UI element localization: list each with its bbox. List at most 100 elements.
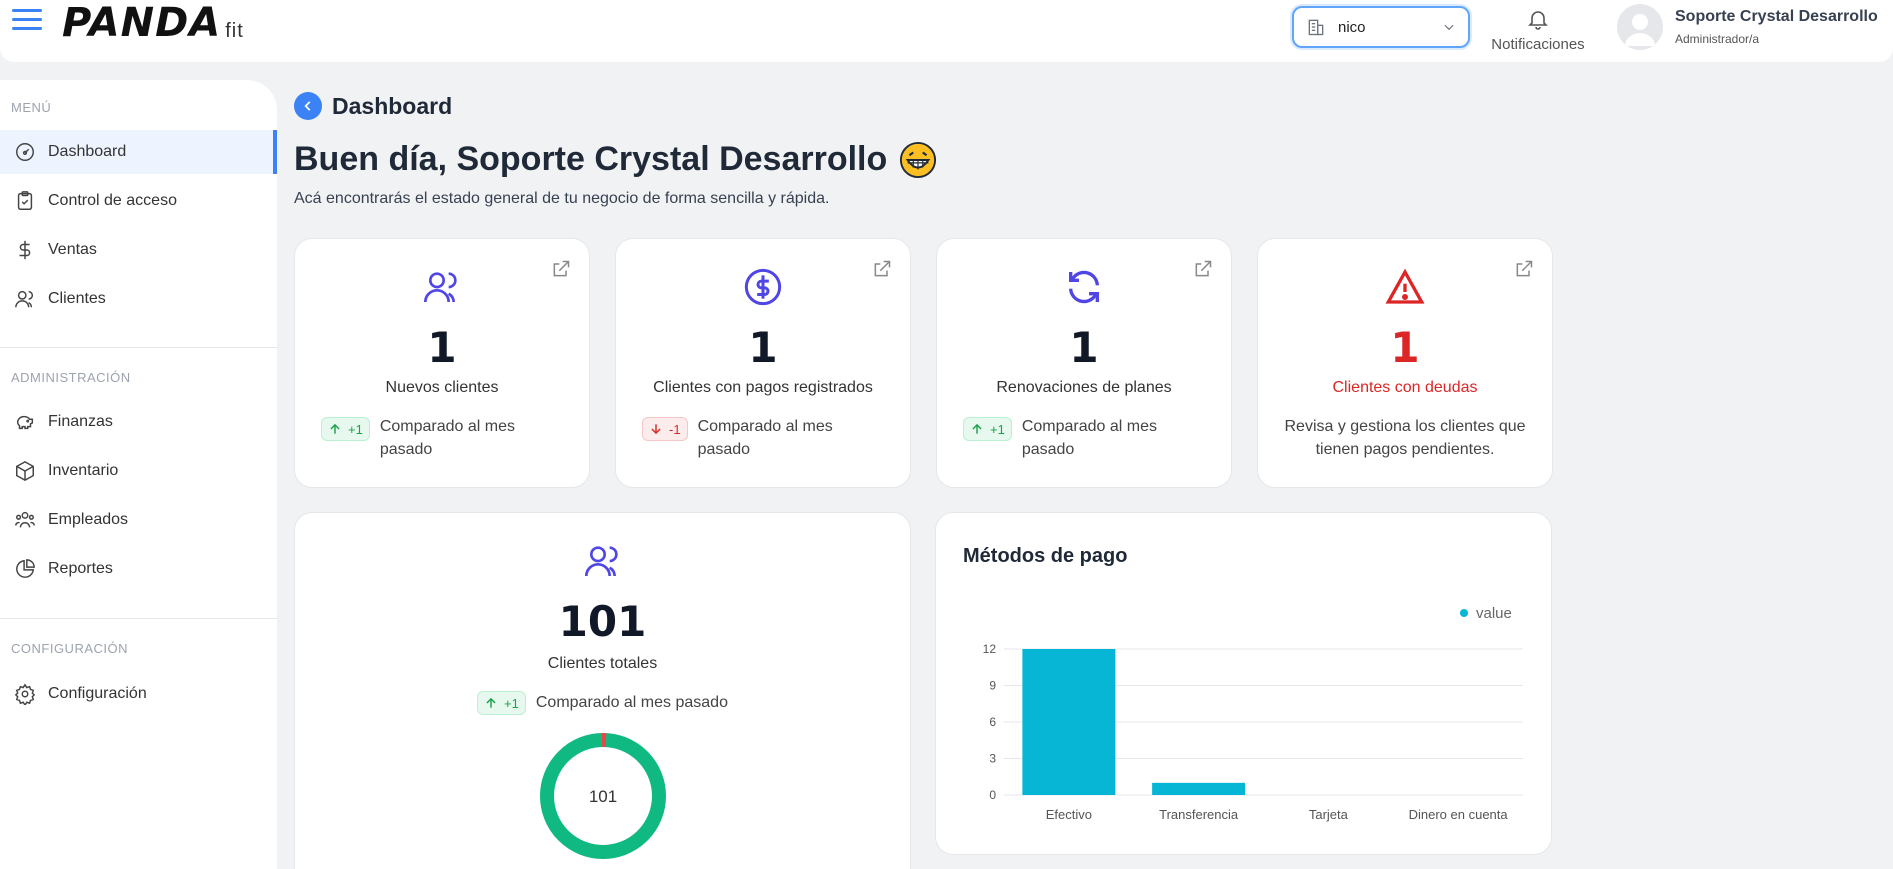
stat-description: Revisa y gestiona los clientes que tiene…	[1284, 418, 1526, 458]
sidebar-divider	[0, 347, 277, 348]
total-clients-compare: +1 Comparado al mes pasado	[295, 689, 910, 715]
sidebar-item-ventas[interactable]: Ventas	[0, 228, 277, 272]
sidebar-section-menu: MENÚ	[11, 100, 52, 115]
sidebar: MENÚ Dashboard Control de acceso Ventas …	[0, 80, 277, 869]
payment-methods-chart: 0 3 6 9 12 Efectivo Transferencia Tarjeta Dinero…	[983, 605, 1523, 822]
sidebar-divider	[0, 618, 277, 619]
legend-label: value	[1476, 605, 1512, 622]
grin-emoji-icon	[900, 141, 937, 178]
branch-select[interactable]: nico	[1292, 6, 1470, 48]
y-tick-label: 12	[983, 642, 997, 656]
stat-label: Nuevos clientes	[385, 379, 499, 396]
legend-marker	[1460, 609, 1468, 617]
compare-text: Comparado al mes pasado	[379, 418, 515, 458]
dashboard-icon	[16, 143, 34, 161]
bar	[1152, 782, 1246, 795]
stat-label: Renovaciones de planes	[996, 379, 1172, 396]
external-link-icon[interactable]	[872, 259, 892, 279]
sidebar-item-dashboard[interactable]: Dashboard	[0, 130, 277, 174]
y-tick-label: 3	[989, 752, 996, 766]
sidebar-item-label: Inventario	[48, 462, 119, 479]
user-name: Soporte Crystal Desarrollo	[1675, 8, 1878, 25]
compare-text: Comparado al mes pasado	[1021, 418, 1157, 458]
greeting: Buen día, Soporte Crystal Desarrollo	[294, 140, 937, 179]
stat-compare: +1 Comparado al mes pasado	[321, 415, 530, 461]
sidebar-item-inventario[interactable]: Inventario	[0, 449, 277, 493]
users-icon	[15, 290, 34, 308]
notifications-label: Notificaciones	[1491, 36, 1585, 53]
total-clients-value: 101	[558, 597, 647, 646]
stat-card-nuevos-clientes: 1 Nuevos clientes +1 Comparado al mes pa…	[294, 238, 590, 488]
sidebar-section-configuracion: CONFIGURACIÓN	[11, 641, 128, 656]
sidebar-item-finanzas[interactable]: Finanzas	[0, 400, 277, 444]
x-tick-label: Dinero en cuenta	[1409, 807, 1509, 822]
total-clients-card: 101 Clientes totales +1 Comparado al mes…	[294, 512, 911, 869]
x-tick-label: Tarjeta	[1309, 807, 1349, 822]
stat-label: Clientes con deudas	[1332, 379, 1478, 396]
breadcrumb: Dashboard	[294, 92, 452, 120]
total-clients-label: Clientes totales	[547, 655, 658, 672]
arrow-up-icon	[972, 423, 982, 434]
stat-value: 1	[427, 323, 457, 372]
stat-compare: +1 Comparado al mes pasado	[963, 415, 1172, 461]
sidebar-item-label: Empleados	[48, 511, 129, 528]
dollar-icon	[19, 240, 31, 260]
stat-value: 1	[1069, 323, 1099, 372]
y-tick-label: 0	[989, 788, 996, 802]
page-subtitle: Acá encontrarás el estado general de tu …	[294, 190, 830, 207]
sidebar-item-label: Dashboard	[48, 143, 127, 160]
trend-badge: +1	[963, 417, 1012, 441]
x-tick-label: Efectivo	[1046, 807, 1092, 822]
compare-text: Comparado al mes pasado	[535, 693, 728, 711]
hamburger-menu-icon[interactable]	[12, 9, 42, 35]
stat-card-clientes-con-pagos: 1 Clientes con pagos registrados -1 Comp…	[615, 238, 911, 488]
trend-badge-value: +1	[504, 695, 519, 711]
compare-text: Comparado al mes pasado	[697, 418, 833, 458]
external-link-icon[interactable]	[1193, 259, 1213, 279]
sidebar-item-label: Clientes	[48, 290, 106, 307]
stat-compare: -1 Comparado al mes pasado	[642, 415, 848, 461]
greeting-text: Buen día, Soporte Crystal Desarrollo	[294, 140, 888, 178]
logo[interactable]: PANDA fit	[62, 2, 244, 44]
stat-card-clientes-con-deudas: 1 Clientes con deudas Revisa y gestiona …	[1257, 238, 1553, 488]
sidebar-item-label: Ventas	[48, 241, 97, 258]
sidebar-item-configuracion[interactable]: Configuración	[0, 672, 277, 716]
sidebar-item-reportes[interactable]: Reportes	[0, 547, 277, 591]
bar	[1022, 649, 1116, 795]
branch-select-value: nico	[1338, 18, 1366, 36]
alert-triangle-icon	[1385, 268, 1425, 304]
external-link-icon[interactable]	[551, 259, 571, 279]
stat-card-renovaciones: 1 Renovaciones de planes +1 Comparado al…	[936, 238, 1232, 488]
sidebar-item-control-de-acceso[interactable]: Control de acceso	[0, 179, 277, 223]
trend-badge-value: +1	[348, 421, 363, 437]
sidebar-item-empleados[interactable]: Empleados	[0, 498, 277, 542]
donut-center-label: 101	[588, 787, 616, 806]
clipboard-check-icon	[17, 191, 33, 210]
logo-sub: fit	[225, 20, 244, 42]
sidebar-item-clientes[interactable]: Clientes	[0, 277, 277, 321]
users-icon	[424, 272, 457, 303]
payment-methods-card: Métodos de pago 0 3 6 9 12 Efectivo Transferen…	[935, 512, 1552, 855]
arrow-up-icon	[486, 697, 496, 708]
notifications-button[interactable]: Notificaciones	[1486, 6, 1590, 53]
trend-badge: +1	[477, 691, 526, 715]
arrow-down-icon	[651, 424, 661, 435]
chevron-down-icon	[1444, 24, 1454, 31]
bell-icon	[1528, 11, 1548, 30]
sidebar-item-label: Finanzas	[48, 413, 113, 430]
y-tick-label: 6	[989, 715, 996, 729]
sidebar-item-label: Reportes	[48, 560, 113, 577]
trend-badge: -1	[642, 417, 688, 441]
pie-chart-icon	[16, 559, 35, 578]
external-link-icon[interactable]	[1514, 259, 1534, 279]
logo-main: PANDA	[62, 0, 222, 46]
dollar-circle-icon	[744, 268, 782, 306]
top-bar: PANDA fit nico Notificaciones Soporte Cr…	[0, 0, 1893, 62]
back-button[interactable]	[294, 92, 322, 120]
arrow-up-icon	[330, 423, 340, 434]
user-profile[interactable]: Soporte Crystal Desarrollo Administrador…	[1617, 4, 1878, 50]
refresh-icon	[1069, 270, 1099, 304]
stat-value: 1	[748, 323, 778, 372]
box-icon	[16, 460, 34, 482]
trend-badge: +1	[321, 417, 370, 441]
